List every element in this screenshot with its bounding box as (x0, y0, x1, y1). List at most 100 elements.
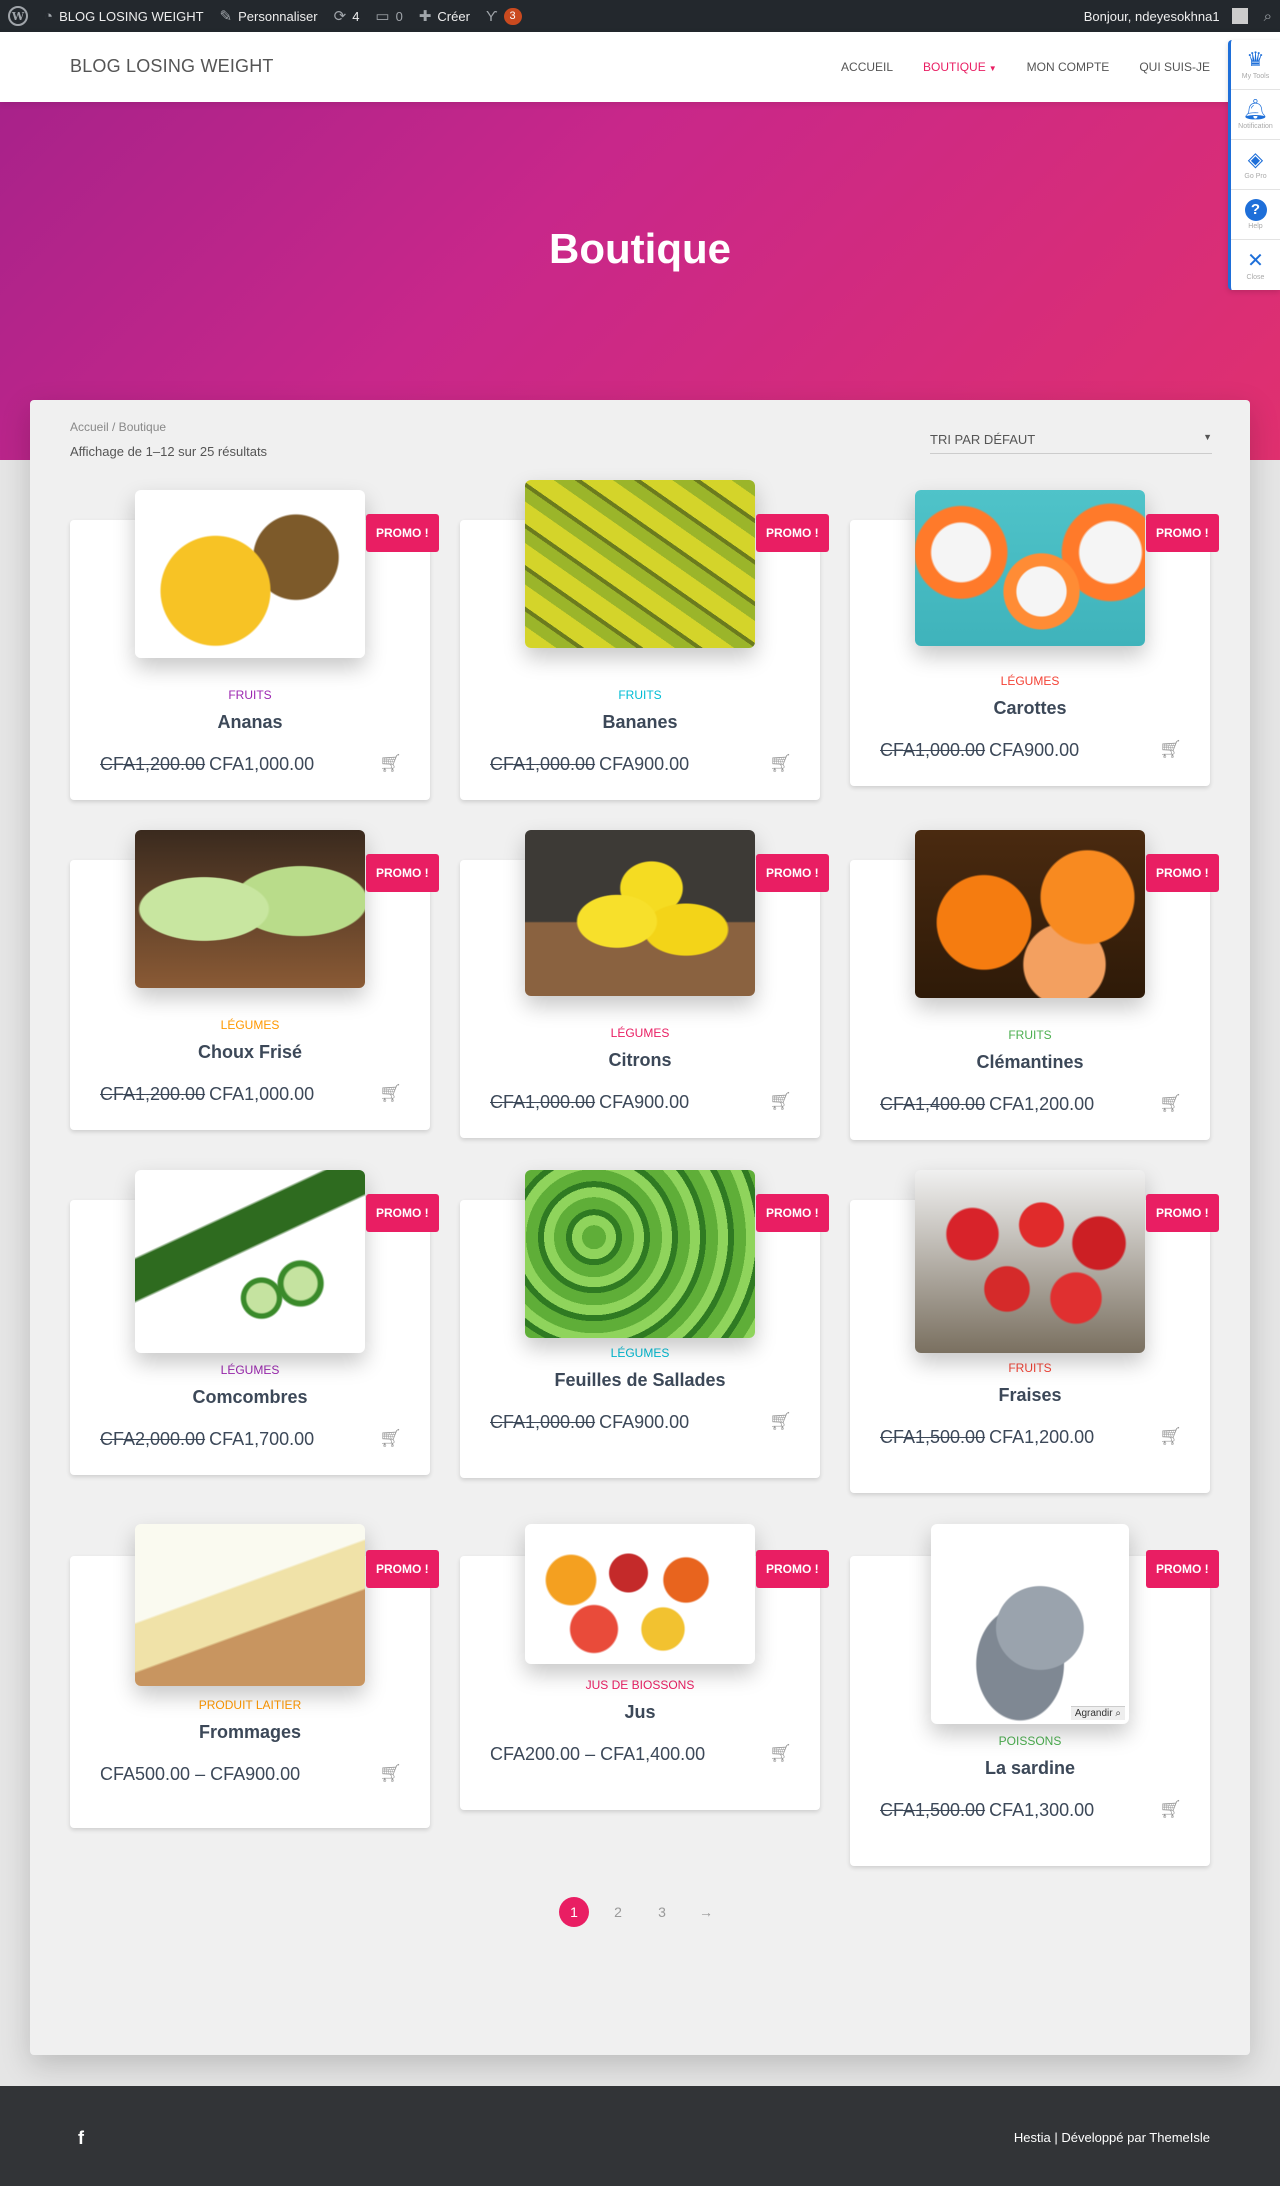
current-price: CFA900.00 (599, 1412, 690, 1432)
sort-select[interactable]: TRI PAR DÉFAUT ▼ (930, 432, 1212, 454)
add-to-cart-icon[interactable]: 🛒︎ (769, 753, 792, 774)
nav-item-boutique[interactable]: BOUTIQUE ▼ (923, 60, 997, 74)
lettuce-image[interactable] (525, 1170, 755, 1338)
product-name[interactable]: Fraises (850, 1385, 1210, 1406)
admin-new-content[interactable]: ✚ Créer (411, 0, 478, 32)
tool-help[interactable]: ? Help (1231, 190, 1280, 240)
add-to-cart-icon[interactable]: 🛒︎ (1159, 739, 1182, 760)
cheese-image[interactable] (135, 1524, 365, 1686)
nav-item-qui-suis-je[interactable]: QUI SUIS-JE (1139, 60, 1210, 74)
nav-item-accueil[interactable]: ACCUEIL (841, 60, 893, 74)
lemon-image[interactable] (525, 830, 755, 996)
result-count: Affichage de 1–12 sur 25 résultats (70, 444, 268, 459)
nav-item-mon-compte[interactable]: MON COMPTE (1027, 60, 1110, 74)
banana-image[interactable] (525, 480, 755, 648)
next-page-arrow[interactable]: → (691, 1897, 721, 1927)
product-price: CFA1,000.00 CFA900.00 (880, 740, 1079, 761)
clementine-image[interactable] (915, 830, 1145, 998)
avatar (1231, 8, 1248, 24)
product-price: CFA1,000.00 CFA900.00 (490, 1412, 689, 1433)
admin-site-name[interactable]: ◔ BLOG LOSING WEIGHT (36, 0, 212, 32)
product-price: CFA1,500.00 CFA1,200.00 (880, 1427, 1094, 1448)
wordpress-logo-menu[interactable]: W (0, 0, 36, 32)
product-category[interactable]: JUS DE BIOSSONS (460, 1678, 820, 1692)
add-to-cart-icon[interactable]: 🛒︎ (379, 1428, 402, 1449)
add-to-cart-icon[interactable]: 🛒︎ (379, 1083, 402, 1104)
cucumber-image[interactable] (135, 1170, 365, 1353)
product-category[interactable]: LÉGUMES (460, 1346, 820, 1360)
product-category[interactable]: LÉGUMES (850, 674, 1210, 688)
product-price: CFA1,200.00 CFA1,000.00 (100, 754, 314, 775)
product-name[interactable]: Frommages (70, 1722, 430, 1743)
promo-badge: PROMO ! (1146, 514, 1219, 552)
breadcrumb[interactable]: Accueil / Boutique (70, 420, 166, 434)
tool-go-pro[interactable]: ◈ Go Pro (1231, 140, 1280, 190)
current-price: CFA1,300.00 (989, 1800, 1095, 1820)
add-to-cart-icon[interactable]: 🛒︎ (769, 1411, 792, 1432)
admin-yoast[interactable]: Ƴ3 (478, 0, 530, 32)
product-category[interactable]: POISSONS (850, 1734, 1210, 1748)
product-name[interactable]: Ananas (70, 712, 430, 733)
carrot-image[interactable] (915, 490, 1145, 646)
product-price: CFA1,200.00 CFA1,000.00 (100, 1084, 314, 1105)
add-to-cart-icon[interactable]: 🛒︎ (1159, 1799, 1182, 1820)
current-price: CFA900.00 (599, 1092, 690, 1112)
close-icon: ✕ (1247, 249, 1264, 272)
product-name[interactable]: Comcombres (70, 1387, 430, 1408)
page-3[interactable]: 3 (647, 1897, 677, 1927)
product-name[interactable]: La sardine (850, 1758, 1210, 1779)
add-to-cart-icon[interactable]: 🛒︎ (1159, 1093, 1182, 1114)
facebook-icon[interactable]: f (78, 2128, 84, 2149)
product-name[interactable]: Bananes (460, 712, 820, 733)
yoast-icon: Ƴ (485, 7, 498, 25)
admin-updates[interactable]: ⟳ 4 (326, 0, 368, 32)
promo-badge: PROMO ! (1146, 854, 1219, 892)
page-1[interactable]: 1 (559, 1897, 589, 1927)
sardine-image[interactable]: Agrandir ⌕ (931, 1524, 1129, 1724)
product-name[interactable]: Citrons (460, 1050, 820, 1071)
admin-search[interactable]: ⌕ (1256, 0, 1280, 32)
caret-down-icon: ▼ (1203, 432, 1212, 442)
product-category[interactable]: FRUITS (70, 688, 430, 702)
product-category[interactable]: FRUITS (850, 1028, 1210, 1042)
product-name[interactable]: Jus (460, 1702, 820, 1723)
product-name[interactable]: Clémantines (850, 1052, 1210, 1073)
search-icon: ⌕ (1263, 7, 1272, 25)
add-to-cart-icon[interactable]: 🛒︎ (769, 1743, 792, 1764)
zoom-button[interactable]: Agrandir ⌕ (1070, 1706, 1125, 1720)
product-category[interactable]: FRUITS (850, 1361, 1210, 1375)
product-category[interactable]: LÉGUMES (70, 1363, 430, 1377)
promo-badge: PROMO ! (756, 1194, 829, 1232)
product-category[interactable]: LÉGUMES (70, 1018, 430, 1032)
add-to-cart-icon[interactable]: 🛒︎ (379, 753, 402, 774)
add-to-cart-icon[interactable]: 🛒︎ (1159, 1426, 1182, 1447)
product-name[interactable]: Carottes (850, 698, 1210, 719)
tool-notification[interactable]: 🔔︎ Notification (1231, 90, 1280, 140)
cabbage-image[interactable] (135, 830, 365, 988)
themeisle-link[interactable]: ThemeIsle (1149, 2130, 1210, 2145)
strawberry-image[interactable] (915, 1170, 1145, 1353)
promo-badge: PROMO ! (1146, 1550, 1219, 1588)
old-price: CFA1,500.00 (880, 1800, 986, 1820)
product-name[interactable]: Feuilles de Sallades (460, 1370, 820, 1391)
product-category[interactable]: FRUITS (460, 688, 820, 702)
product-category[interactable]: PRODUIT LAITIER (70, 1698, 430, 1712)
site-brand[interactable]: BLOG LOSING WEIGHT (70, 56, 274, 77)
add-to-cart-icon[interactable]: 🛒︎ (769, 1091, 792, 1112)
admin-customize[interactable]: ✎ Personnaliser (212, 0, 326, 32)
tool-close[interactable]: ✕ Close (1231, 240, 1280, 290)
page-2[interactable]: 2 (603, 1897, 633, 1927)
admin-comments[interactable]: ▭ 0 (367, 0, 410, 32)
current-price: CFA1,700.00 (209, 1429, 315, 1449)
product-category[interactable]: LÉGUMES (460, 1026, 820, 1040)
pineapple-image[interactable] (135, 490, 365, 658)
updates-icon: ⟳ (333, 8, 347, 25)
tool-my-tools[interactable]: ♛ My Tools (1231, 40, 1280, 90)
product-name[interactable]: Choux Frisé (70, 1042, 430, 1063)
current-price: CFA900.00 (599, 754, 690, 774)
add-to-cart-icon[interactable]: 🛒︎ (379, 1763, 402, 1784)
footer-credit: Hestia | Développé par ThemeIsle (1013, 2130, 1210, 2145)
admin-account[interactable]: Bonjour, ndeyesokhna1 (1076, 0, 1256, 32)
old-price: CFA1,000.00 (880, 740, 986, 760)
juice-image[interactable] (525, 1524, 755, 1664)
